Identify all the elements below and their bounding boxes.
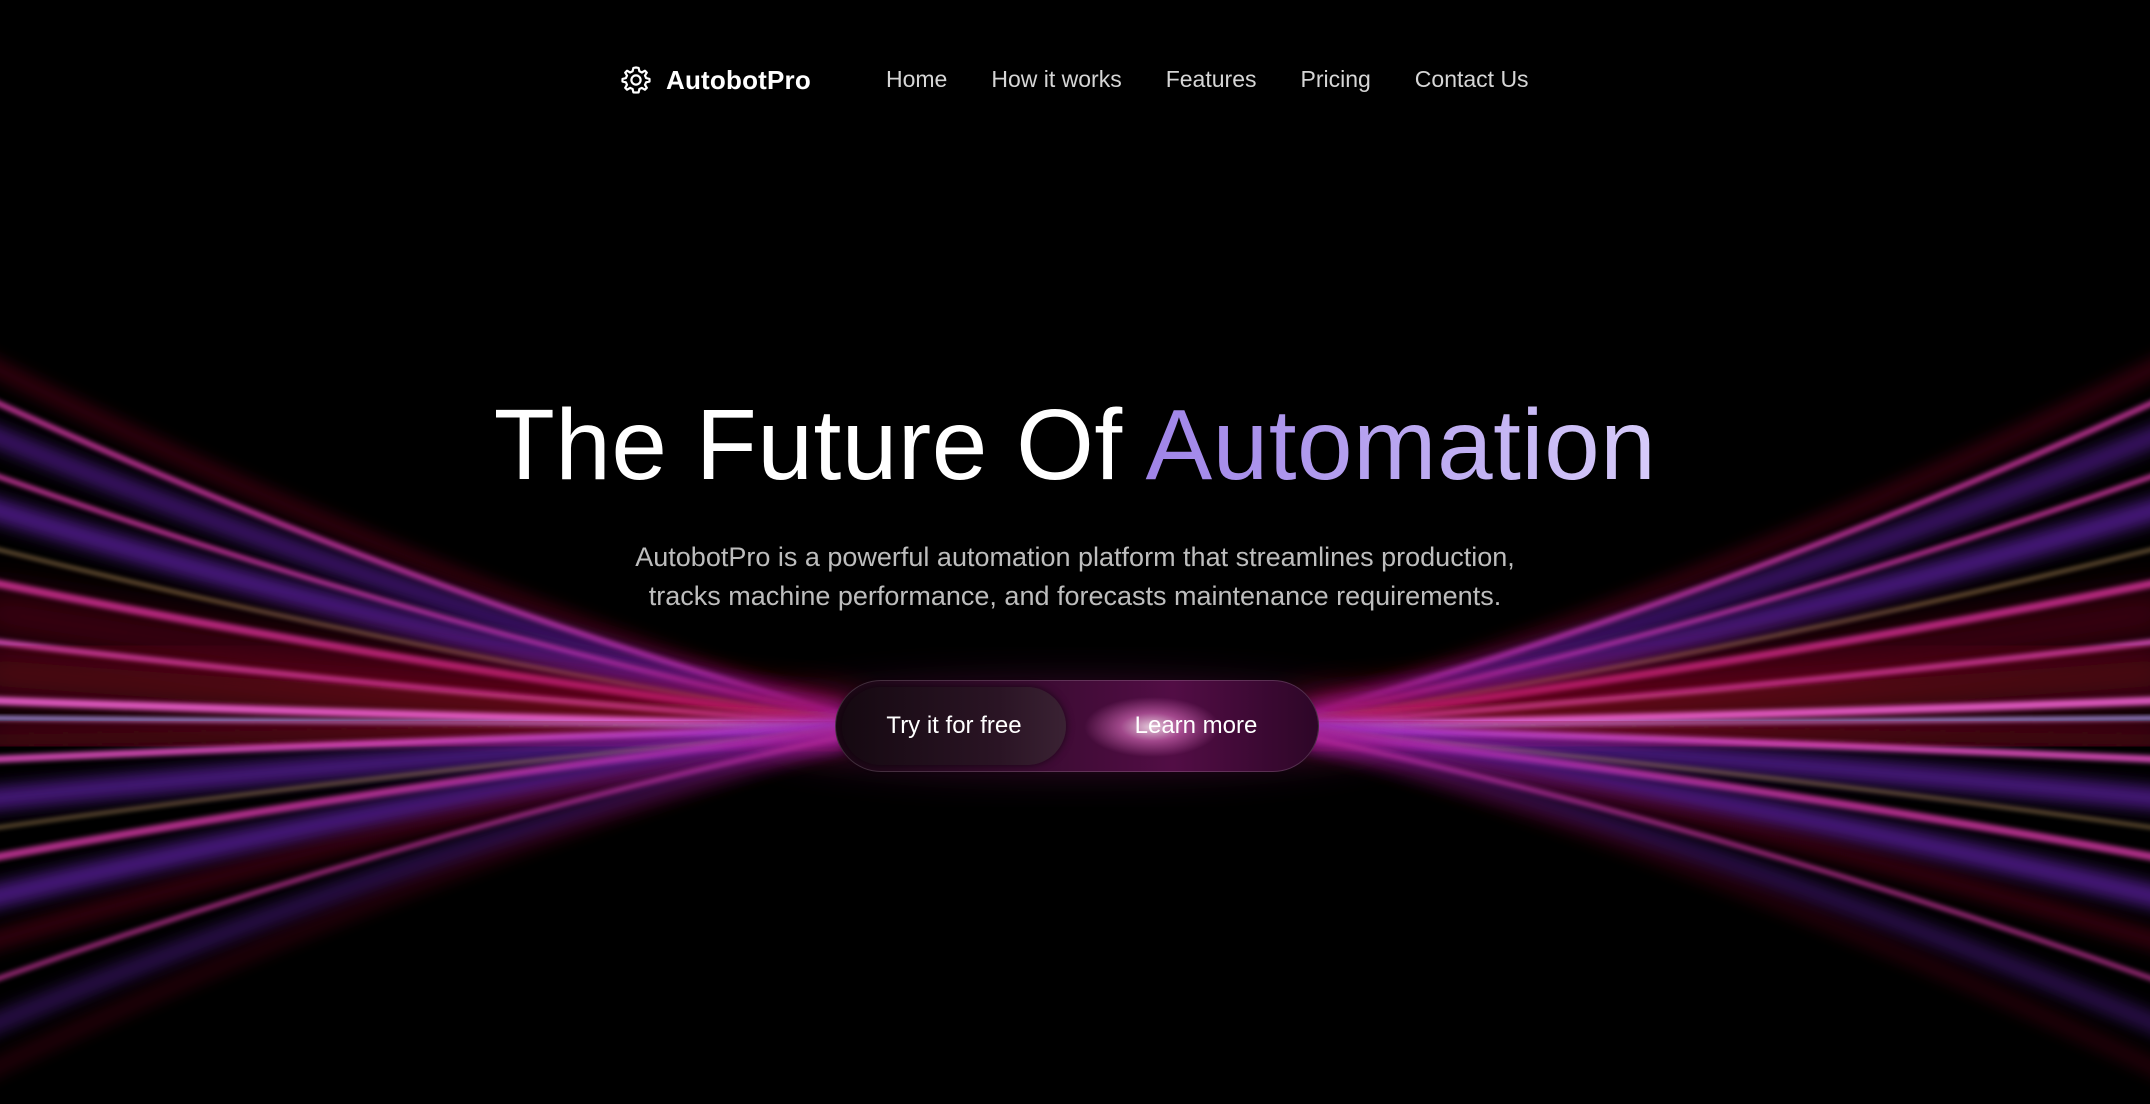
nav-link-home[interactable]: Home: [886, 64, 947, 94]
nav-links: Home How it works Features Pricing Conta…: [886, 64, 1529, 94]
nav-link-features[interactable]: Features: [1166, 64, 1257, 94]
cta-group: Try it for free Learn more: [835, 680, 1319, 772]
hero-subtitle: AutobotPro is a powerful automation plat…: [575, 538, 1575, 616]
hero-subtitle-line-2: tracks machine performance, and forecast…: [648, 581, 1502, 611]
brand-logo[interactable]: AutobotPro: [620, 64, 811, 96]
gear-icon: [621, 66, 651, 94]
brand-name: AutobotPro: [666, 64, 811, 95]
learn-more-button[interactable]: Learn more: [1086, 687, 1306, 765]
hero-title-main: The Future Of: [493, 389, 1146, 501]
top-navigation: AutobotPro Home How it works Features Pr…: [0, 56, 2150, 104]
try-it-free-button[interactable]: Try it for free: [842, 687, 1066, 765]
hero-subtitle-line-1: AutobotPro is a powerful automation plat…: [635, 542, 1515, 572]
nav-link-contact-us[interactable]: Contact Us: [1415, 64, 1529, 94]
nav-link-pricing[interactable]: Pricing: [1300, 64, 1370, 94]
hero-title: The Future Of Automation: [0, 385, 2150, 505]
landing-page: AutobotPro Home How it works Features Pr…: [0, 0, 2150, 1104]
nav-link-how-it-works[interactable]: How it works: [991, 64, 1121, 94]
hero-title-accent: Automation: [1145, 389, 1657, 501]
